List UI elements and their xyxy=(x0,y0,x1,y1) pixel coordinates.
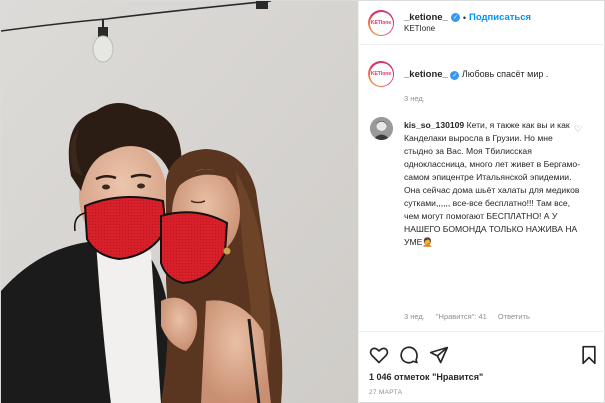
author-username[interactable]: _ketione_ xyxy=(404,12,448,23)
caption-avatar-logo: KETIone xyxy=(370,71,392,77)
post-date[interactable]: 27 МАРТА xyxy=(369,389,402,396)
caption-text-line: _ketione_ ✓ Любовь спасёт мир . xyxy=(404,69,548,80)
post-side-panel: KETIone _ketione_ ✓ • Подписаться KETIon… xyxy=(358,1,605,403)
post-header: KETIone _ketione_ ✓ • Подписаться KETIon… xyxy=(359,1,605,45)
comment-body: kis_so_130109 Кети, я также как вы и как… xyxy=(404,119,584,249)
caption-text: Любовь спасёт мир . xyxy=(461,69,549,79)
caption-time[interactable]: 3 нед. xyxy=(404,94,425,103)
likes-label: "Нравится" xyxy=(432,372,484,382)
comment-icon[interactable] xyxy=(399,345,419,365)
share-icon[interactable] xyxy=(429,345,449,365)
likes-number: 1 046 отметок xyxy=(369,372,430,382)
caption-avatar[interactable]: KETIone xyxy=(368,61,394,87)
caption-username[interactable]: _ketione_ xyxy=(404,69,448,80)
author-subtitle[interactable]: KETIone xyxy=(404,24,435,33)
verified-icon: ✓ xyxy=(450,71,460,80)
comments-list[interactable]: KETIone _ketione_ ✓ Любовь спасёт мир . … xyxy=(359,45,605,325)
commenter-username[interactable]: kis_so_130109 xyxy=(404,120,464,130)
author-avatar[interactable]: KETIone xyxy=(368,10,394,36)
comment-time[interactable]: 3 нед. xyxy=(404,312,425,321)
instagram-post: KETIone _ketione_ ✓ • Подписаться KETIon… xyxy=(0,0,605,403)
follow-button[interactable]: Подписаться xyxy=(469,12,531,23)
post-photo[interactable] xyxy=(1,1,358,403)
bookmark-icon[interactable] xyxy=(579,345,599,365)
photo-illustration xyxy=(1,1,358,403)
comment-likes[interactable]: "Нравится": 41 xyxy=(436,312,487,321)
separator-dot: • xyxy=(462,12,466,23)
heart-icon[interactable] xyxy=(369,345,389,365)
comment-meta: 3 нед. "Нравится": 41 Ответить xyxy=(404,312,530,321)
commenter-avatar[interactable] xyxy=(370,117,393,140)
likes-count[interactable]: 1 046 отметок "Нравится" xyxy=(369,372,483,382)
comment-like-icon[interactable]: ♡ xyxy=(574,124,582,135)
author-avatar-logo: KETIone xyxy=(370,20,392,26)
verified-icon: ✓ xyxy=(450,13,460,22)
commenter-avatar-image xyxy=(370,117,393,140)
comment-text: Кети, я также как вы и как Канделаки выр… xyxy=(404,120,581,247)
reply-button[interactable]: Ответить xyxy=(498,312,530,321)
post-actions: 1 046 отметок "Нравится" 27 МАРТА xyxy=(359,331,605,401)
